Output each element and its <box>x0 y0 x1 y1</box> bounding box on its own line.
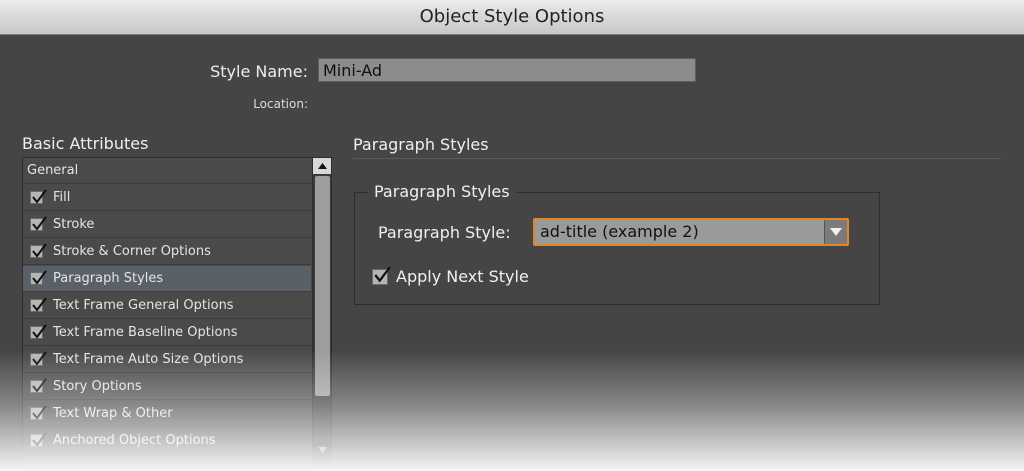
checkmark-icon <box>32 243 47 258</box>
window-title: Object Style Options <box>0 0 1024 35</box>
list-item-label: Text Wrap & Other <box>53 406 173 421</box>
group-title: Paragraph Styles <box>368 182 516 201</box>
list-item-label: Fill <box>53 190 71 205</box>
list-item-text-frame-baseline[interactable]: Text Frame Baseline Options <box>23 320 311 346</box>
scroll-down-arrow-icon[interactable] <box>313 442 331 458</box>
checkbox-stroke-corner[interactable] <box>30 243 47 258</box>
checkmark-icon <box>32 216 47 231</box>
basic-attributes-heading: Basic Attributes <box>22 134 149 153</box>
checkbox-anchored-object[interactable] <box>30 432 47 447</box>
list-item-paragraph-styles[interactable]: Paragraph Styles <box>23 266 311 292</box>
scroll-thumb[interactable] <box>315 176 330 396</box>
list-item-label: Paragraph Styles <box>53 271 164 286</box>
checkmark-icon <box>32 297 47 312</box>
list-item-text-frame-auto-size[interactable]: Text Frame Auto Size Options <box>23 347 311 373</box>
list-item-fill[interactable]: Fill <box>23 185 311 211</box>
checkmark-icon <box>32 324 47 339</box>
list-item-label: Text Frame Auto Size Options <box>53 352 244 367</box>
checkmark-icon <box>32 432 47 447</box>
checkbox-story-options[interactable] <box>30 378 47 393</box>
checkmark-icon <box>32 405 47 420</box>
scroll-up-arrow-icon[interactable] <box>313 158 331 174</box>
triangle-down-icon <box>830 228 842 236</box>
paragraph-style-dropdown[interactable]: ad-title (example 2) <box>533 218 849 246</box>
section-heading: Paragraph Styles <box>353 135 489 154</box>
checkbox-paragraph-styles[interactable] <box>30 270 47 285</box>
checkbox-text-wrap[interactable] <box>30 405 47 420</box>
apply-next-style-label: Apply Next Style <box>396 267 529 286</box>
list-item-stroke-corner[interactable]: Stroke & Corner Options <box>23 239 311 265</box>
checkbox-text-frame-auto-size[interactable] <box>30 351 47 366</box>
checkmark-icon <box>32 270 47 285</box>
list-item-label: Story Options <box>53 379 142 394</box>
list-item-text-frame-general[interactable]: Text Frame General Options <box>23 293 311 319</box>
list-item-label: Text Frame General Options <box>53 298 234 313</box>
style-name-input[interactable] <box>318 58 696 82</box>
checkmark-icon <box>374 266 391 283</box>
basic-attributes-list[interactable]: General Fill Stroke Stroke & Corner Opti… <box>22 157 332 469</box>
apply-next-style-check[interactable] <box>372 266 391 285</box>
list-item-story-options[interactable]: Story Options <box>23 374 311 400</box>
list-item-stroke[interactable]: Stroke <box>23 212 311 238</box>
checkbox-fill[interactable] <box>30 189 47 204</box>
checkmark-icon <box>32 189 47 204</box>
checkbox-text-frame-general[interactable] <box>30 297 47 312</box>
list-item-general[interactable]: General <box>23 158 311 184</box>
checkbox-text-frame-baseline[interactable] <box>30 324 47 339</box>
checkmark-icon <box>32 351 47 366</box>
style-name-label: Style Name: <box>210 62 308 81</box>
paragraph-style-label: Paragraph Style: <box>378 223 511 242</box>
list-item-anchored-object[interactable]: Anchored Object Options <box>23 428 311 454</box>
location-label: Location: <box>253 97 308 111</box>
paragraph-style-value: ad-title (example 2) <box>540 222 699 241</box>
list-item-label: General <box>27 163 79 178</box>
list-item-label: Text Frame Baseline Options <box>53 325 238 340</box>
list-item-label: Stroke & Corner Options <box>53 244 211 259</box>
list-item-label: Stroke <box>53 217 95 232</box>
section-divider <box>353 158 1001 159</box>
checkbox-stroke[interactable] <box>30 216 47 231</box>
paragraph-styles-group <box>354 192 880 305</box>
list-item-label: Anchored Object Options <box>53 433 216 448</box>
dropdown-button[interactable] <box>824 220 847 244</box>
checkmark-icon <box>32 378 47 393</box>
list-scrollbar[interactable] <box>312 158 331 468</box>
list-item-text-wrap[interactable]: Text Wrap & Other <box>23 401 311 427</box>
